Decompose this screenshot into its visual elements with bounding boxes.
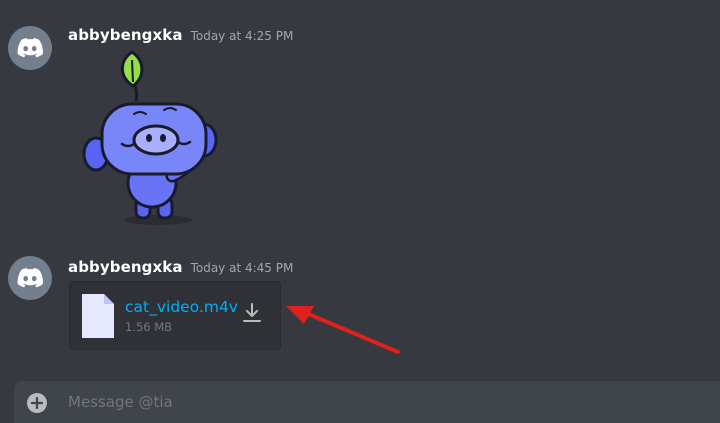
discord-logo-icon [17,268,43,288]
username[interactable]: abbybengxka [68,258,183,276]
message-header: abbybengxka Today at 4:45 PM [68,258,293,276]
timestamp: Today at 4:45 PM [190,261,294,275]
avatar[interactable] [8,256,52,300]
file-icon [82,294,114,338]
chat-area: abbybengxka Today at 4:25 PM abbybengxka… [0,0,720,423]
plus-circle-icon[interactable] [27,393,47,413]
download-icon[interactable] [240,301,264,325]
message-composer [14,381,720,423]
file-attachment: cat_video.m4v 1.56 MB [69,281,281,350]
file-name-link[interactable]: cat_video.m4v [125,298,238,316]
file-size: 1.56 MB [125,320,173,334]
message-input[interactable] [68,389,688,415]
